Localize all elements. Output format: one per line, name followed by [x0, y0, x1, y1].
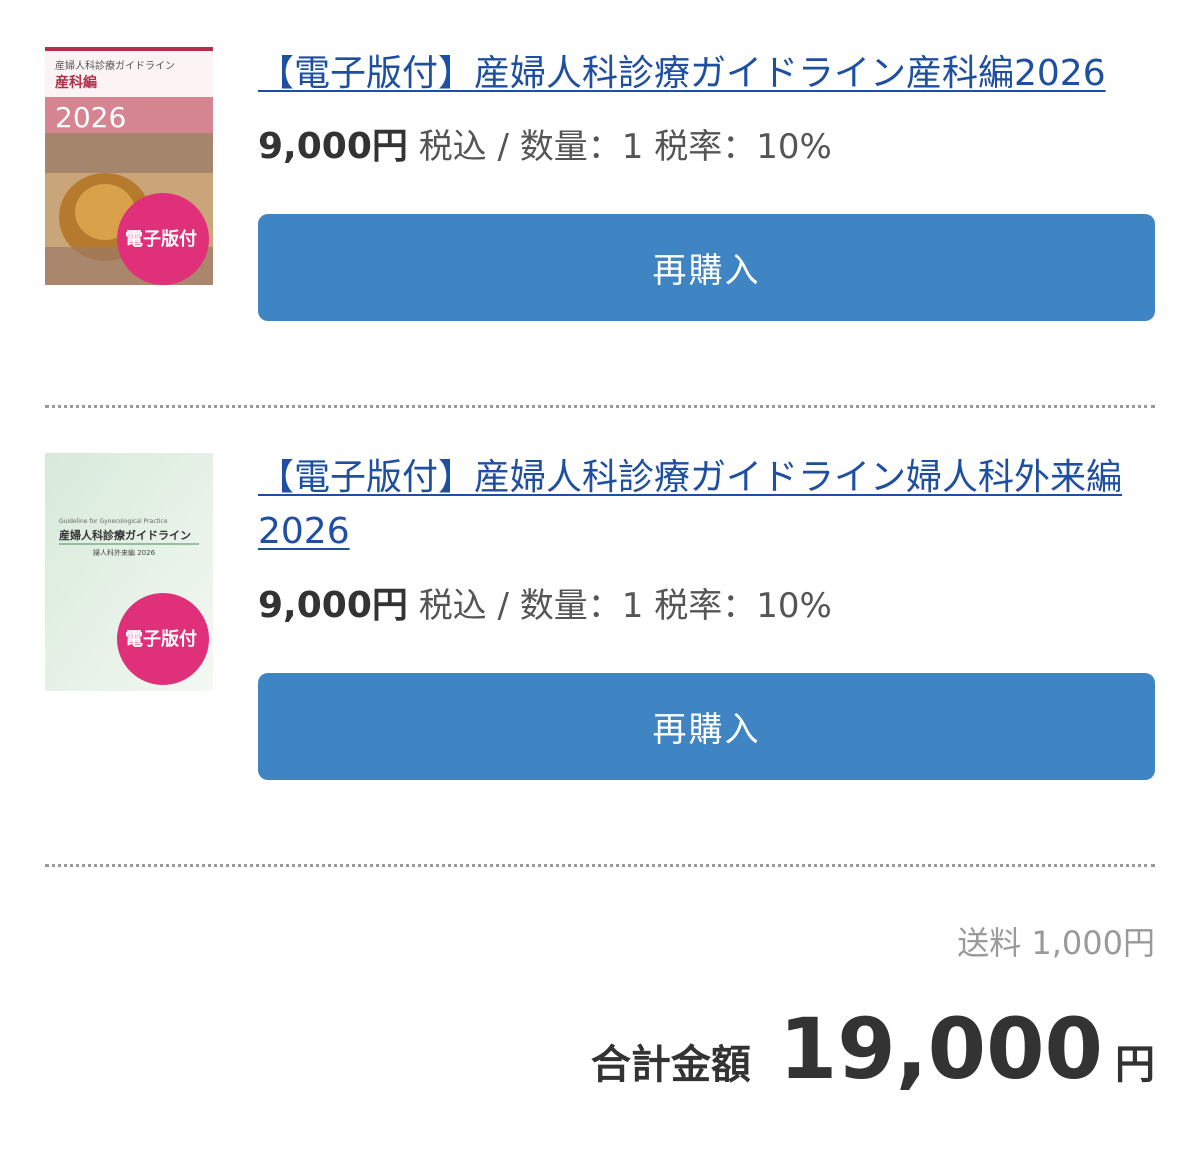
price-line-2: 9,000円 税込 / 数量：1 税率：10%: [258, 585, 832, 627]
cover-1-badge: 電子版付: [125, 228, 197, 250]
total-currency: 円: [1115, 1042, 1155, 1088]
total-label: 合計金額: [590, 1042, 751, 1088]
cover-2-english: Guideline for Gynecological Practice: [59, 518, 168, 525]
item-divider-2: [45, 864, 1155, 867]
rebuy-button-1[interactable]: 再購入: [258, 214, 1155, 321]
item-tax-quantity: 税込 / 数量：1 税率：10%: [418, 586, 832, 626]
cover-1-volume: 産科編: [55, 74, 97, 91]
item-price: 9,000円: [258, 585, 408, 626]
cover-obstetrics-graphic: 産婦人科診療ガイドライン 産科編 2026 電子版付: [45, 47, 213, 285]
rebuy-button-2[interactable]: 再購入: [258, 673, 1155, 780]
cover-2-series-title: 産婦人科診療ガイドライン: [59, 528, 191, 542]
cover-2-volume: 婦人科外来編 2026: [93, 548, 156, 557]
cover-2-badge: 電子版付: [125, 628, 197, 650]
item-divider-1: [45, 405, 1155, 408]
shipping-fee: 送料 1,000円: [957, 924, 1155, 962]
cover-1-year: 2026: [55, 101, 126, 134]
product-cover-image-gynecology[interactable]: Guideline for Gynecological Practice 産婦人…: [45, 453, 213, 691]
item-tax-quantity: 税込 / 数量：1 税率：10%: [418, 127, 832, 167]
product-cover-image-obstetrics[interactable]: 産婦人科診療ガイドライン 産科編 2026 電子版付: [45, 47, 213, 285]
item-price: 9,000円: [258, 126, 408, 167]
cover-1-series-title: 産婦人科診療ガイドライン: [55, 59, 175, 72]
price-line-1: 9,000円 税込 / 数量：1 税率：10%: [258, 126, 832, 168]
total-amount: 19,000: [778, 1000, 1103, 1098]
product-title-link-gynecology[interactable]: 【電子版付】産婦人科診療ガイドライン婦人科外来編2026: [258, 451, 1158, 559]
product-title-link-obstetrics[interactable]: 【電子版付】産婦人科診療ガイドライン産科編2026: [258, 47, 1158, 101]
cover-gynecology-graphic: Guideline for Gynecological Practice 産婦人…: [45, 453, 213, 691]
order-total: 合計金額 19,000 円: [591, 1000, 1155, 1098]
